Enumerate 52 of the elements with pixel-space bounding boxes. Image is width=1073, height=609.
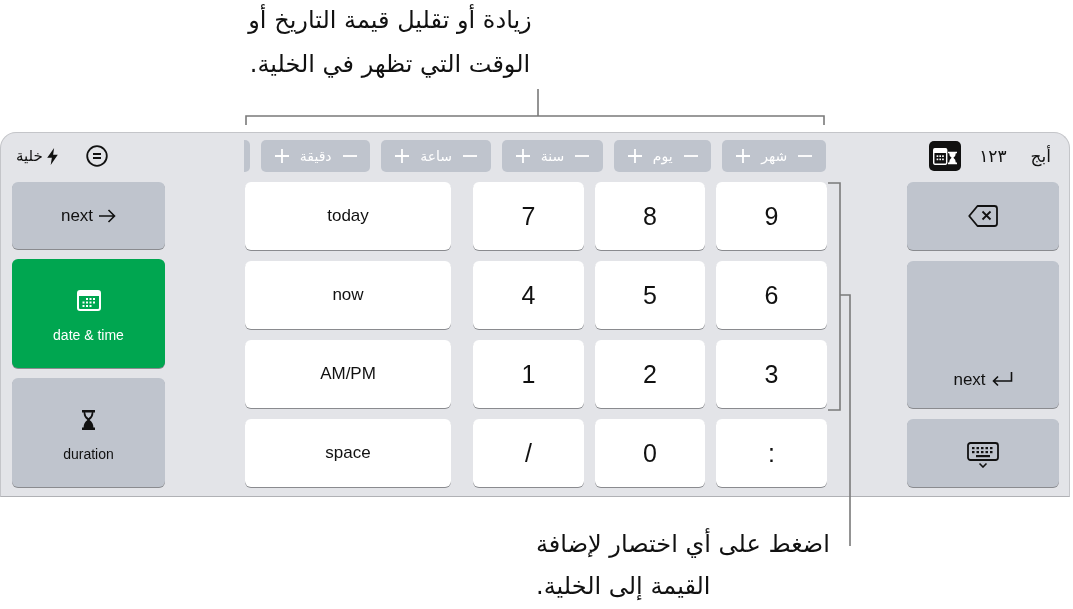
key[interactable]: next: [907, 261, 1059, 408]
backspace-icon: [968, 205, 998, 227]
formula-button[interactable]: [85, 145, 108, 167]
calendar-icon: [76, 290, 101, 311]
key[interactable]: 5: [595, 261, 705, 329]
key[interactable]: 8: [595, 182, 705, 250]
key[interactable]: 7: [473, 182, 584, 250]
plus-icon: [274, 149, 289, 163]
partial-stepper: [244, 140, 250, 172]
key[interactable]: 4: [473, 261, 584, 329]
bolt-icon: [46, 147, 58, 165]
key[interactable]: 6: [716, 261, 827, 329]
minus-icon: [575, 155, 590, 157]
hourglass-icon: [82, 409, 95, 430]
mode-tab[interactable]: ١٢٣: [973, 142, 1013, 170]
key[interactable]: [907, 419, 1059, 487]
stepper-label: ساعة: [420, 148, 453, 164]
plus-icon: [395, 149, 410, 163]
key[interactable]: 3: [716, 340, 827, 408]
stepper-label: سنة: [540, 148, 565, 164]
key[interactable]: 9: [716, 182, 827, 250]
return-icon: [990, 372, 1013, 388]
calendar-hourglass-icon: [933, 147, 958, 165]
key[interactable]: today: [245, 182, 451, 250]
key[interactable]: space: [245, 419, 451, 487]
cell-button[interactable]: خلية: [14, 145, 60, 167]
key[interactable]: /: [473, 419, 584, 487]
key[interactable]: 2: [595, 340, 705, 408]
key[interactable]: now: [245, 261, 451, 329]
key[interactable]: duration: [12, 378, 165, 487]
minus-icon: [342, 155, 357, 157]
key[interactable]: 1: [473, 340, 584, 408]
key[interactable]: :: [716, 419, 827, 487]
mode-tab[interactable]: أبج: [1024, 142, 1057, 170]
callout-text: زيادة أو تقليل قيمة التاريخ أو الوقت التي تظهر في الخلية.: [246, 3, 533, 80]
arrow-right-icon: [98, 208, 117, 223]
plus-icon: [736, 149, 751, 163]
minus-icon: [798, 155, 813, 157]
stepper-label: دقيقة: [299, 148, 332, 164]
plus-icon: [515, 149, 530, 163]
key[interactable]: AM/PM: [245, 340, 451, 408]
formula-icon: [85, 145, 108, 167]
stepper-label: شهر: [761, 148, 788, 164]
minus-icon: [683, 155, 698, 157]
callout-text: اضغط على أي اختصار لإضافة القيمة إلى الخلية.: [536, 527, 831, 602]
mode-tab[interactable]: [929, 141, 962, 171]
keyboard-hide-icon: [967, 442, 999, 468]
plus-icon: [627, 149, 642, 163]
stepper-label: يوم: [652, 148, 673, 164]
minus-icon: [463, 155, 478, 157]
key[interactable]: next: [12, 182, 165, 249]
key[interactable]: 0: [595, 419, 705, 487]
